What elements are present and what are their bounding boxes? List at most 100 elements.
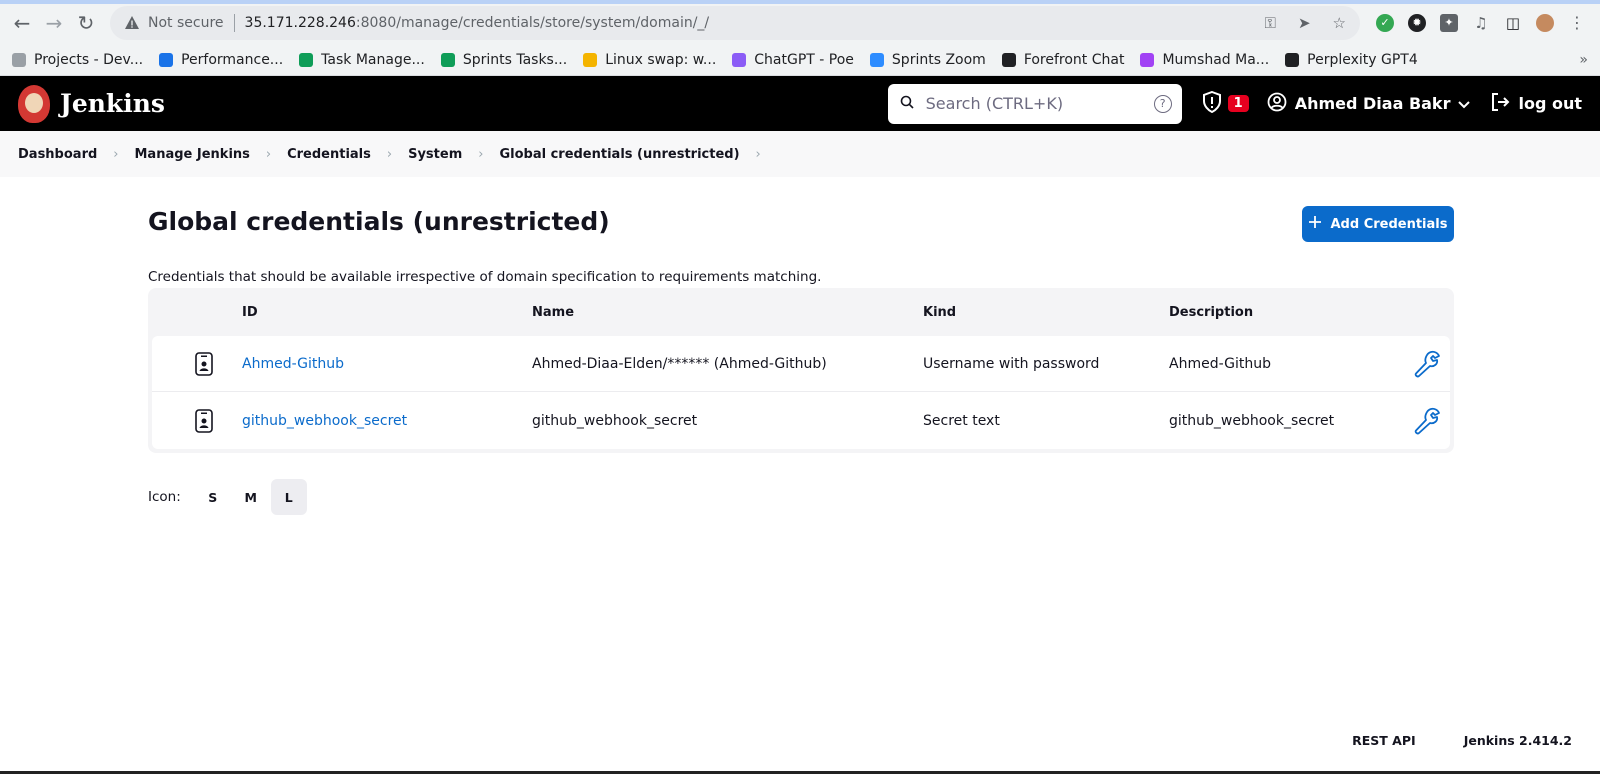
bookmark-item[interactable]: ChatGPT - Poe [732,52,854,68]
user-icon [1267,92,1287,116]
menu-icon[interactable]: ⋮ [1568,13,1586,32]
divider [233,13,235,32]
warning-icon [124,15,140,31]
share-icon[interactable]: ➤ [1298,14,1311,32]
icon-size-selector: Icon: S M L [148,479,307,515]
bookmark-label: Linux swap: w... [605,52,717,68]
icon-size-m[interactable]: M [233,479,269,515]
bookmark-label: Task Manage... [321,52,425,68]
shield-extension-icon[interactable]: ✓ [1376,13,1394,32]
star-icon[interactable]: ☆ [1333,14,1346,32]
credential-id-link[interactable]: github_webhook_secret [242,413,407,429]
bookmark-item[interactable]: Sprints Tasks... [440,52,567,68]
forward-arrow-icon[interactable]: → [38,7,70,39]
bookmark-favicon-icon [583,53,598,67]
breadcrumb-item[interactable]: Dashboard [18,147,97,162]
bookmark-label: ChatGPT - Poe [754,52,854,68]
page-title: Global credentials (unrestricted) [148,207,610,236]
bookmark-item[interactable]: Forefront Chat [1001,52,1125,68]
column-header-name[interactable]: Name [532,305,923,320]
jenkins-butler-icon [18,84,50,123]
chevron-right-icon[interactable]: › [387,147,392,162]
credential-id-link[interactable]: Ahmed-Github [242,356,344,372]
bookmark-item[interactable]: Performance... [159,52,283,68]
jenkins-version[interactable]: Jenkins 2.414.2 [1464,733,1572,748]
breadcrumb-item[interactable]: Global credentials (unrestricted) [499,147,739,162]
profile-avatar[interactable] [1536,13,1554,32]
plus-icon [1308,216,1321,232]
bookmark-item[interactable]: Perplexity GPT4 [1285,52,1418,68]
user-name: Ahmed Diaa Bakr [1294,94,1451,113]
add-credentials-button[interactable]: Add Credentials [1302,206,1454,242]
bookmark-label: Mumshad Ma... [1162,52,1270,68]
url-host: 35.171.228.246 [244,14,356,31]
search-placeholder: Search (CTRL+K) [925,94,1064,113]
wrench-icon[interactable] [1409,406,1450,436]
jenkins-logo[interactable]: Jenkins [18,84,165,123]
wrench-icon[interactable] [1409,349,1450,379]
bookmark-label: Perplexity GPT4 [1307,52,1418,68]
table-row: github_webhook_secret github_webhook_sec… [152,392,1450,449]
key-icon[interactable]: ⚿ [1265,14,1276,32]
user-menu[interactable]: Ahmed Diaa Bakr [1267,92,1471,116]
bookmark-favicon-icon [1140,53,1155,67]
chevron-right-icon[interactable]: › [266,147,271,162]
app-title: Jenkins [60,89,165,118]
bookmarks-overflow-icon[interactable]: » [1579,52,1588,68]
breadcrumb-item[interactable]: System [408,147,462,162]
media-icon[interactable]: ♫ [1472,14,1490,32]
chevron-right-icon[interactable]: › [113,147,118,162]
bookmark-favicon-icon [12,53,26,67]
chevron-down-icon [1458,94,1471,113]
openai-extension-icon[interactable]: ✹ [1408,13,1426,32]
bookmark-item[interactable]: Task Manage... [299,52,425,68]
bookmark-item[interactable]: Mumshad Ma... [1140,52,1269,68]
bookmark-label: Sprints Zoom [891,52,986,68]
credential-kind: Secret text [923,412,1000,429]
credential-name: Ahmed-Diaa-Elden/****** (Ahmed-Github) [532,355,827,372]
table-header: ID Name Kind Description [152,288,1450,336]
alert-count-badge: 1 [1227,95,1249,112]
page-description: Credentials that should be available irr… [148,269,822,285]
logout-link[interactable]: log out [1490,92,1582,116]
bookmark-label: Performance... [181,52,284,68]
icon-size-l[interactable]: L [270,479,307,515]
credential-icon [152,408,242,433]
credential-icon [152,351,242,376]
search-icon [900,94,914,113]
add-credentials-label: Add Credentials [1330,216,1448,232]
help-icon[interactable]: ? [1153,94,1172,113]
icon-size-s[interactable]: S [195,479,231,515]
bookmark-item[interactable]: Linux swap: w... [583,52,716,68]
reload-icon[interactable]: ↻ [70,7,102,39]
bookmark-favicon-icon [1001,53,1016,67]
chevron-right-icon[interactable]: › [756,147,761,162]
security-label[interactable]: Not secure [148,15,224,31]
bookmark-label: Projects - Dev... [34,52,144,68]
credential-name: github_webhook_secret [532,412,698,429]
puzzle-icon[interactable]: ✦ [1440,13,1458,32]
bookmark-item[interactable]: Sprints Zoom [869,52,986,68]
breadcrumb-item[interactable]: Manage Jenkins [135,147,250,162]
column-header-description[interactable]: Description [1169,305,1409,320]
sidepanel-icon[interactable]: ◫ [1504,14,1522,32]
rest-api-link[interactable]: REST API [1352,733,1416,748]
breadcrumb: Dashboard › Manage Jenkins › Credentials › Sys… [0,131,1600,177]
search-input[interactable]: Search (CTRL+K) ? [887,83,1182,124]
chevron-right-icon[interactable]: › [478,147,483,162]
credential-description: Ahmed-Github [1169,355,1272,372]
column-header-id[interactable]: ID [242,305,532,320]
bookmark-favicon-icon [869,53,884,67]
credential-kind: Username with password [923,355,1100,372]
bookmark-favicon-icon [159,53,174,67]
column-header-kind[interactable]: Kind [923,305,1169,320]
security-alerts[interactable]: 1 [1202,90,1249,117]
breadcrumb-item[interactable]: Credentials [287,147,371,162]
back-arrow-icon[interactable]: ← [6,7,38,39]
bookmark-label: Forefront Chat [1023,52,1125,68]
bookmark-item[interactable]: Projects - Dev... [12,52,143,68]
address-bar[interactable]: Not secure 35.171.228.246:8080/manage/cr… [110,5,1360,40]
icon-size-label: Icon: [148,489,181,505]
shield-icon [1202,90,1222,117]
credential-description: github_webhook_secret [1169,412,1335,429]
